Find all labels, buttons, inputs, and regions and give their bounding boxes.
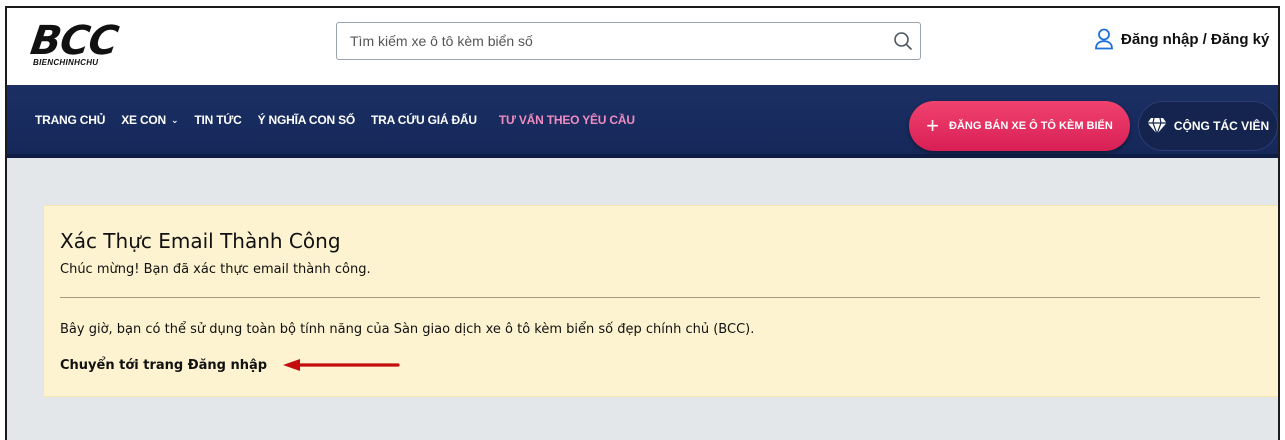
logo-text: BCC (27, 18, 121, 64)
go-to-login-link[interactable]: Chuyển tới trang Đăng nhập (60, 358, 267, 373)
top-header: BCC BIENCHINHCHU Đăng nhập / Đăng ký (7, 8, 1278, 85)
red-arrow-icon (283, 359, 400, 371)
search-icon[interactable] (886, 23, 920, 59)
nav-item-home[interactable]: TRANG CHỦ (35, 113, 105, 127)
collaborator-label: CỘNG TÁC VIÊN (1173, 119, 1270, 133)
browser-frame: BCC BIENCHINHCHU Đăng nhập / Đăng ký (5, 6, 1280, 440)
nav-item-label: Ý NGHĨA CON SỐ (257, 113, 356, 127)
nav-item-news[interactable]: TIN TỨC (194, 113, 241, 127)
logo[interactable]: BCC BIENCHINHCHU (27, 18, 141, 70)
collaborator-button[interactable]: CỘNG TÁC VIÊN (1138, 101, 1278, 151)
nav-item-cars[interactable]: XE CON ⌄ (121, 113, 178, 127)
nav-item-consult[interactable]: TƯ VẤN THEO YÊU CẦU (499, 113, 635, 127)
nav-item-auction-price[interactable]: TRA CỨU GIÁ ĐẤU (371, 113, 477, 127)
divider (60, 297, 1260, 298)
nav-item-label: TƯ VẤN THEO YÊU CẦU (498, 113, 635, 127)
logo-subtext: BIENCHINHCHU (33, 58, 99, 67)
success-alert: Xác Thực Email Thành Công Chúc mừng! Bạn… (43, 205, 1278, 397)
page-title: Xác Thực Email Thành Công (60, 229, 341, 253)
nav-item-label: XE CON (121, 113, 167, 127)
main-nav: TRANG CHỦ XE CON ⌄ TIN TỨC Ý NGHĨA CON SỐ… (7, 85, 1278, 158)
post-listing-button[interactable]: + ĐĂNG BÁN XE Ô TÔ KÈM BIỂN (909, 101, 1130, 151)
chevron-down-icon: ⌄ (171, 114, 179, 125)
plus-icon: + (926, 113, 940, 138)
nav-item-number-meaning[interactable]: Ý NGHĨA CON SỐ (257, 113, 356, 127)
nav-item-label: TRA CỨU GIÁ ĐẤU (371, 113, 477, 127)
search-input[interactable] (337, 23, 886, 59)
user-icon (1094, 28, 1114, 50)
info-text: Bây giờ, bạn có thể sử dụng toàn bộ tính… (60, 322, 755, 337)
nav-item-label: TRANG CHỦ (35, 113, 106, 127)
login-register-link[interactable]: Đăng nhập / Đăng ký (1094, 28, 1269, 50)
diamond-icon (1147, 117, 1167, 135)
success-message: Chúc mừng! Bạn đã xác thực email thành c… (60, 262, 371, 277)
nav-item-label: TIN TỨC (194, 113, 242, 127)
search-box (336, 22, 921, 60)
login-register-label: Đăng nhập / Đăng ký (1121, 30, 1270, 48)
post-listing-label: ĐĂNG BÁN XE Ô TÔ KÈM BIỂN (949, 120, 1113, 132)
nav-menu: TRANG CHỦ XE CON ⌄ TIN TỨC Ý NGHĨA CON SỐ… (35, 113, 651, 127)
